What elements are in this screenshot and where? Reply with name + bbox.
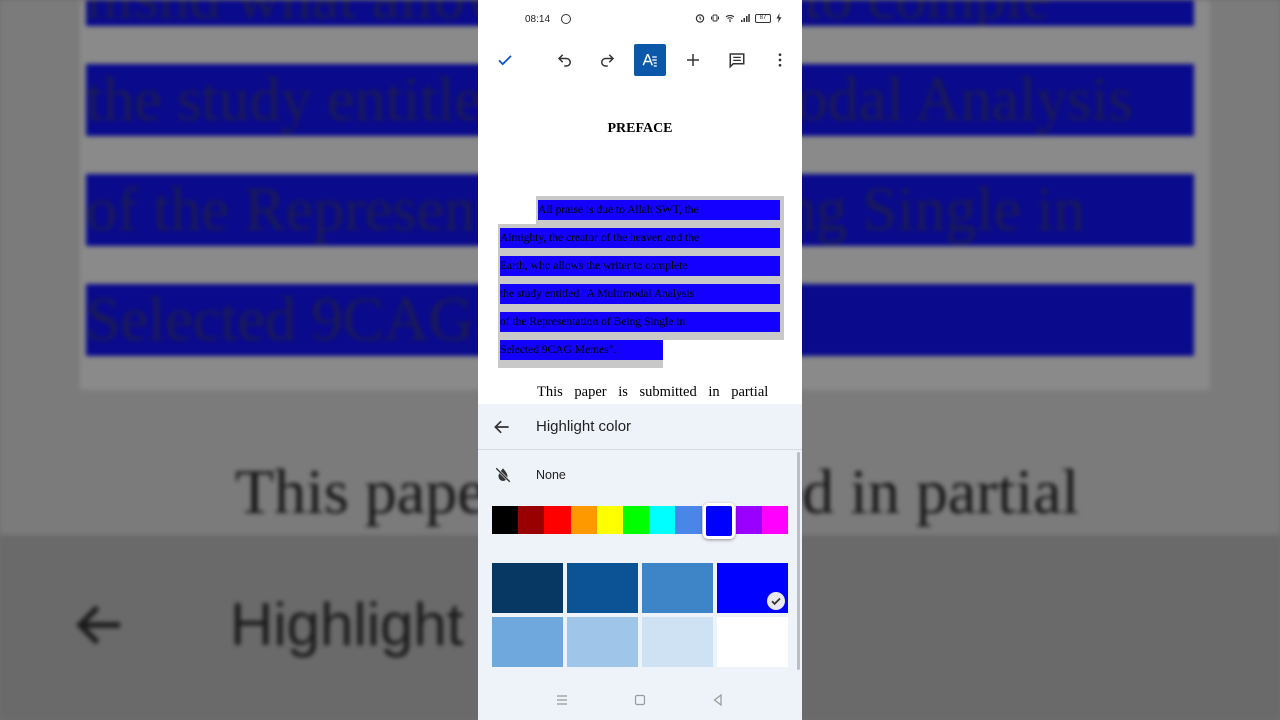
home-icon[interactable] bbox=[632, 692, 648, 708]
signal-icon bbox=[741, 14, 750, 22]
shade-swatch[interactable] bbox=[717, 563, 788, 613]
more-options-button[interactable] bbox=[764, 44, 796, 76]
more-vert-icon bbox=[778, 53, 782, 67]
panel-scrollbar[interactable] bbox=[797, 452, 800, 670]
comment-icon bbox=[729, 53, 745, 69]
vibrate-icon bbox=[711, 14, 719, 22]
color-strip bbox=[492, 503, 789, 539]
highlighted-line: of the Representation of Being Single in bbox=[500, 312, 780, 332]
check-icon bbox=[498, 55, 512, 66]
back-arrow-icon[interactable] bbox=[492, 417, 512, 437]
comment-button[interactable] bbox=[721, 44, 753, 76]
recent-apps-icon[interactable] bbox=[554, 692, 570, 708]
no-highlight-label: None bbox=[536, 468, 566, 482]
redo-button[interactable] bbox=[591, 44, 623, 76]
charging-icon bbox=[776, 13, 782, 23]
shade-swatch[interactable] bbox=[567, 617, 638, 667]
selected-check-icon bbox=[767, 592, 785, 610]
color-swatch[interactable] bbox=[492, 506, 519, 534]
shade-grid bbox=[492, 563, 788, 667]
document-title: PREFACE bbox=[607, 121, 673, 136]
color-swatch[interactable] bbox=[622, 506, 650, 534]
status-bar: 08:14 87 bbox=[478, 0, 802, 40]
done-button[interactable] bbox=[489, 44, 521, 76]
highlighted-line: the study entitled "A Multimodal Analysi… bbox=[500, 284, 780, 304]
undo-icon bbox=[557, 54, 571, 67]
color-swatch[interactable] bbox=[702, 503, 735, 539]
document-canvas[interactable]: PREFACE All praise is due to Allah SWT, … bbox=[478, 86, 802, 404]
system-nav-bar bbox=[478, 680, 802, 720]
back-nav-icon[interactable] bbox=[710, 692, 726, 708]
plus-icon bbox=[687, 54, 699, 66]
editor-toolbar bbox=[478, 44, 802, 80]
background-back-arrow-icon bbox=[76, 605, 120, 645]
color-swatch[interactable] bbox=[649, 506, 676, 534]
status-time: 08:14 bbox=[525, 14, 551, 25]
highlighted-line: Selected 9CAG Memes". bbox=[500, 340, 663, 360]
color-swatch[interactable] bbox=[518, 506, 545, 534]
undo-button[interactable] bbox=[549, 44, 581, 76]
document-paragraph: This paper is submitted in partial bbox=[537, 384, 769, 400]
insert-button[interactable] bbox=[677, 44, 709, 76]
shade-swatch[interactable] bbox=[492, 563, 563, 613]
highlight-color-panel: Highlight color None bbox=[478, 404, 802, 680]
color-swatch[interactable] bbox=[761, 506, 789, 534]
panel-header: Highlight color bbox=[478, 404, 802, 450]
highlighted-line: Almighty, the creator of the heaven and … bbox=[500, 228, 780, 248]
shade-swatch[interactable] bbox=[567, 563, 638, 613]
color-swatch[interactable] bbox=[570, 506, 597, 534]
no-highlight-option[interactable]: None bbox=[478, 456, 788, 492]
phone-screen: 08:14 87 PREFACE All praise is due to Al… bbox=[478, 0, 802, 720]
shade-swatch[interactable] bbox=[642, 617, 713, 667]
redo-icon bbox=[601, 54, 615, 67]
color-swatch[interactable] bbox=[675, 506, 702, 534]
highlighted-line: All praise is due to Allah SWT, the bbox=[538, 200, 780, 220]
battery-icon: 87 bbox=[755, 13, 771, 23]
no-highlight-icon bbox=[495, 467, 511, 483]
shade-swatch[interactable] bbox=[717, 617, 788, 667]
whatsapp-icon bbox=[561, 14, 571, 24]
text-format-button[interactable] bbox=[634, 44, 666, 76]
color-swatch[interactable] bbox=[544, 506, 571, 534]
wifi-icon bbox=[725, 14, 735, 23]
selected-text[interactable]: All praise is due to Allah SWT, the Almi… bbox=[498, 196, 784, 368]
shade-swatch[interactable] bbox=[642, 563, 713, 613]
color-swatch[interactable] bbox=[735, 506, 762, 534]
highlighted-line: Earth, who allows the writer to complete bbox=[500, 256, 780, 276]
status-icons: 87 bbox=[695, 13, 782, 23]
text-format-icon bbox=[642, 54, 657, 67]
panel-title: Highlight color bbox=[536, 418, 632, 435]
color-swatch[interactable] bbox=[596, 506, 623, 534]
shade-swatch[interactable] bbox=[492, 617, 563, 667]
alarm-icon bbox=[695, 14, 705, 23]
